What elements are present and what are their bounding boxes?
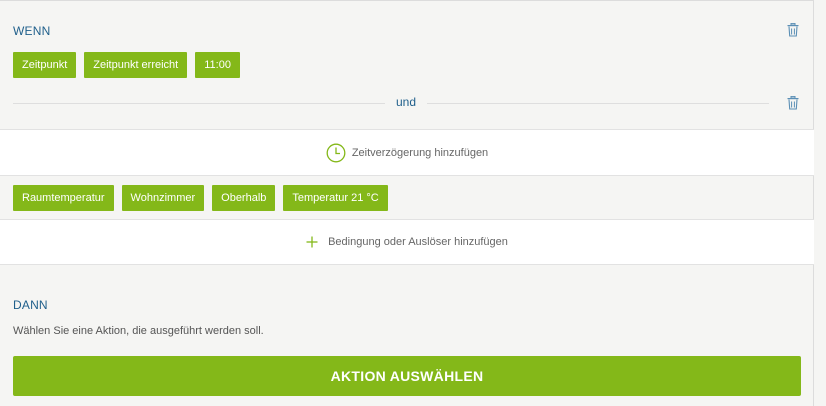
plus-icon: [306, 236, 318, 248]
wenn-section-title: WENN: [13, 24, 51, 38]
delete-trigger-trash-icon[interactable]: [787, 23, 799, 37]
condition-chip-value[interactable]: Temperatur 21 °C: [283, 185, 388, 211]
und-divider-right: [427, 103, 769, 104]
condition-chip-sensor[interactable]: Raumtemperatur: [13, 185, 114, 211]
add-condition-label: Bedingung oder Auslöser hinzufügen: [328, 236, 508, 248]
condition-chip-room[interactable]: Wohnzimmer: [121, 185, 205, 211]
trigger-chip-event[interactable]: Zeitpunkt erreicht: [84, 52, 188, 78]
trigger-chip-row: Zeitpunkt Zeitpunkt erreicht 11:00: [13, 52, 240, 78]
dann-section-title: DANN: [13, 298, 48, 312]
rule-editor-panel: WENN Zeitpunkt Zeitpunkt erreicht 11:00 …: [0, 0, 814, 406]
und-divider-left: [13, 103, 385, 104]
dann-hint-text: Wählen Sie eine Aktion, die ausgeführt w…: [13, 325, 264, 337]
clock-icon: [326, 143, 346, 162]
delete-condition-trash-icon[interactable]: [787, 96, 799, 110]
condition-chip-operator[interactable]: Oberhalb: [212, 185, 276, 211]
add-condition-row[interactable]: Bedingung oder Auslöser hinzufügen: [0, 219, 814, 265]
trigger-chip-type[interactable]: Zeitpunkt: [13, 52, 77, 78]
und-connector-label: und: [396, 95, 417, 109]
select-action-button[interactable]: AKTION AUSWÄHLEN: [13, 356, 801, 396]
add-delay-row[interactable]: Zeitverzögerung hinzufügen: [0, 129, 814, 176]
add-delay-label: Zeitverzögerung hinzufügen: [351, 146, 489, 159]
trigger-chip-time[interactable]: 11:00: [195, 52, 240, 78]
condition-chip-row: Raumtemperatur Wohnzimmer Oberhalb Tempe…: [13, 185, 388, 211]
